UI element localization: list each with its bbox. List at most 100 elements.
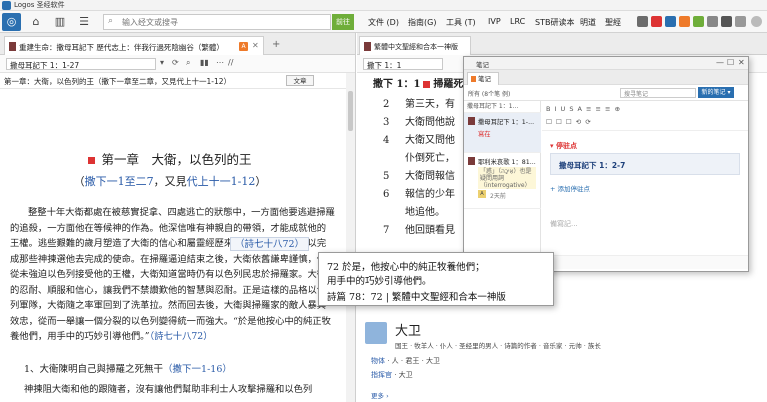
reference-toolbar: 撒母耳記下 1：1-27 ▾ ⟳ ⌕ ▮▮ ⋯ // <box>0 55 355 73</box>
notes-list-header: 撒母耳記下 1：1... <box>464 101 541 113</box>
tab-notes[interactable]: 笔记 <box>467 72 499 85</box>
notes-tabstrip: 笔记 <box>464 70 748 85</box>
version-bible[interactable]: 聖經 <box>605 17 621 28</box>
reference-input[interactable]: 撒母耳記下 1：1-27 <box>6 58 156 70</box>
search-input[interactable] <box>122 15 328 29</box>
find-icon[interactable]: ⌕ <box>186 58 190 68</box>
bible-reference-input[interactable]: 撒下 1：1 <box>363 58 443 70</box>
chapter-ref-link[interactable]: 撒下一1至二7 <box>85 175 154 188</box>
note-item[interactable]: 撒母耳記下 1：1-... 寫在 <box>464 113 541 153</box>
dictionary-link[interactable]: 物体 <box>371 357 385 365</box>
print-icon[interactable] <box>707 16 718 27</box>
add-tab-icon[interactable]: + <box>272 39 280 50</box>
window-title: Logos 圣经软件 <box>14 1 65 9</box>
left-tabstrip: 重建生命：撒母耳記下 歷代志上：伴我行過死陰幽谷（繁體） A ✕ + <box>0 33 355 55</box>
version-lrc[interactable]: LRC <box>510 17 525 26</box>
menu-tools[interactable]: 工具 (T) <box>446 17 476 28</box>
layout-icon[interactable] <box>637 16 648 27</box>
section-body: 神揀阻大衛和他的跟隨者，沒有讓他們幫助非利士人攻擊掃羅和以色列 <box>24 384 313 395</box>
verse-line: 地追他。 <box>405 207 445 218</box>
highlight-tool-icon[interactable] <box>693 16 704 27</box>
more-icon[interactable]: ⋯ <box>216 58 224 67</box>
section-heading: 1、大衛陳明自己與掃羅之死無干（撒下一1-16） <box>24 364 232 375</box>
scrollbar[interactable] <box>346 73 355 402</box>
anchor-heading[interactable]: ▾ 停驻点 <box>550 141 577 151</box>
tooltip-source[interactable]: 詩篇 78：72 | 繁體中文聖經和合本一神版 <box>327 289 506 303</box>
note-highlight: 「惑」（אֵיכָה）也是疑問用詞（interrogative） <box>478 167 536 189</box>
new-note-button[interactable]: 新的笔记 ▾ <box>698 87 734 98</box>
app-icon <box>2 1 11 10</box>
version-mingdao[interactable]: 明道 <box>580 17 596 28</box>
verse-line: 4 大衛又問他 <box>383 135 455 146</box>
dictionary-card: 大卫 国王 · 牧羊人 · 仆人 · 圣经里的男人 · 诗篇的作者 · 音乐家 … <box>357 312 767 402</box>
sync-icon[interactable]: ⟳ <box>172 58 179 67</box>
more-link[interactable]: 更多 › <box>371 390 389 400</box>
menu-file[interactable]: 文件 (D) <box>368 17 399 28</box>
notes-filter-label[interactable]: 所有 (8个笔 例) <box>468 89 510 98</box>
close-icon[interactable]: ✕ <box>738 58 745 67</box>
dictionary-headword: 大卫 <box>395 324 422 339</box>
notes-tool-icon[interactable] <box>679 16 690 27</box>
article-button[interactable]: 文章 <box>286 75 314 86</box>
chapter-ref-link-2[interactable]: 代上十一1-12 <box>187 175 256 188</box>
bookmark-icon <box>423 81 431 88</box>
document-icon[interactable]: ☰ <box>76 14 92 30</box>
version-stb[interactable]: STB研读本 <box>535 17 574 28</box>
tab-commentary[interactable]: 重建生命：撒母耳記下 歷代志上：伴我行過死陰幽谷（繁體） A ✕ <box>4 36 264 55</box>
breadcrumb-text[interactable]: 第一章：大衛，以色列的王（撒下一章至二章，又見代上十一1-12） <box>4 76 231 87</box>
commentary-paragraph: 整整十年大衛都處在被慈實捉拿、四處逃亡的狀態中，一方面他要逃避掃羅的追殺，一方面… <box>10 207 335 342</box>
verse-line: 仆倒死亡， <box>405 153 455 164</box>
tooltip-verse-line-1: 72 於是，他按心中的純正牧養他們； <box>327 262 485 273</box>
editor-footer <box>542 255 748 269</box>
right-tabstrip: 繁體中文聖經和合本一神版 <box>357 33 767 55</box>
note-item[interactable]: 耶利米哀歌 1：81... 「惑」（אֵיכָה）也是疑問用詞（interrog… <box>464 153 541 209</box>
columns-icon[interactable]: ▮▮ <box>200 58 209 67</box>
scrollbar-thumb[interactable] <box>348 91 353 131</box>
verse-line: 7 他回頭看見 <box>383 225 455 236</box>
notes-search-input[interactable]: 搜寻笔记 <box>620 88 696 98</box>
verse-ref-link[interactable]: （詩七十八72） <box>150 331 213 342</box>
maximize-icon[interactable]: ☐ <box>727 58 734 67</box>
help-icon[interactable] <box>735 16 746 27</box>
dictionary-link[interactable]: 指挥官 <box>371 371 392 379</box>
tab-badge: A <box>239 42 248 51</box>
user-avatar: A <box>478 190 486 198</box>
format-buttons-2[interactable]: ☐ ☐ ☐ ⟲ ⟳ <box>546 118 592 126</box>
account-avatar[interactable] <box>751 16 762 27</box>
settings-icon[interactable] <box>721 16 732 27</box>
book-icon <box>9 42 16 51</box>
chevron-down-icon[interactable]: ▾ <box>160 58 164 67</box>
person-icon <box>365 322 387 344</box>
tab-bible[interactable]: 繁體中文聖經和合本一神版 <box>359 36 471 55</box>
close-icon[interactable]: ✕ <box>252 41 259 50</box>
add-anchor-link[interactable]: + 添加停驻点 <box>550 183 590 193</box>
note-timestamp: 2天前 <box>490 193 506 200</box>
dictionary-tags: 国王 · 牧羊人 · 仆人 · 圣经里的男人 · 诗篇的作者 · 音乐家 · 元… <box>395 342 601 350</box>
verse-line: 3 大衛問他說 <box>383 117 455 128</box>
anchor-item[interactable]: 撒母耳記下 1：2-7 <box>550 153 740 175</box>
commentary-panel: 重建生命：撒母耳記下 歷代志上：伴我行過死陰幽谷（繁體） A ✕ + 撒母耳記下… <box>0 33 356 402</box>
book-icon <box>468 117 475 125</box>
book-icon <box>364 42 371 51</box>
hovered-reference[interactable]: （詩七十八72） <box>230 237 310 251</box>
verse-line: 5 大衛問報信 <box>383 171 455 182</box>
version-ivp[interactable]: IVP <box>488 17 501 26</box>
search-tool-icon[interactable] <box>665 16 676 27</box>
menu-guides[interactable]: 指南(G) <box>408 17 436 28</box>
library-icon[interactable]: ▥ <box>52 14 68 30</box>
minimize-icon[interactable]: — <box>716 58 724 67</box>
format-buttons[interactable]: B I U S A ≡ ≡ ≡ ⊕ <box>546 105 621 113</box>
go-button[interactable]: 前往 <box>332 14 354 30</box>
reading-plan-icon[interactable] <box>651 16 662 27</box>
search-icon: ⌕ <box>108 16 114 26</box>
editor-toolbar: B I U S A ≡ ≡ ≡ ⊕ ☐ ☐ ☐ ⟲ ⟳ <box>542 101 748 131</box>
dictionary-line: 指挥官 · 大卫 <box>371 371 413 379</box>
notes-toolbar: 所有 (8个笔 例) 搜寻笔记 新的笔记 ▾ <box>464 85 748 101</box>
home-icon[interactable]: ⌂ <box>28 14 44 30</box>
note-body-input[interactable]: 備寫記... <box>550 219 578 229</box>
section-ref-link[interactable]: （撒下一1-16） <box>163 364 232 375</box>
link-icon[interactable]: // <box>228 58 233 67</box>
search-box[interactable]: ⌕ <box>103 14 331 30</box>
dictionary-line: 物体 · 人 · 君王 · 大卫 <box>371 357 441 365</box>
logos-logo-icon[interactable]: ◎ <box>2 13 21 31</box>
